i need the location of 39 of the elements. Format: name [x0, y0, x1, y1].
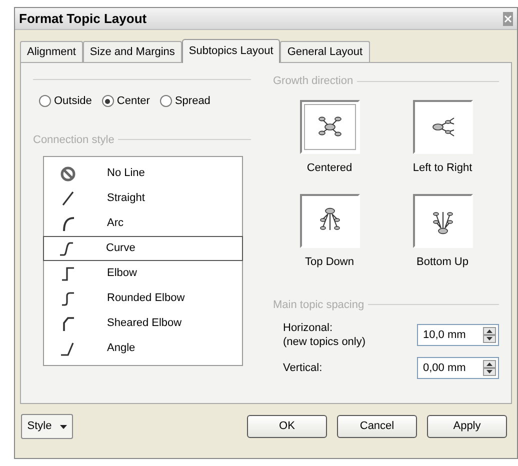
tab[interactable]: Size and Margins [82, 41, 182, 62]
field-label: Vertical: [283, 361, 324, 375]
radio-option[interactable]: Spread [160, 93, 210, 110]
list-item[interactable]: Angle [44, 336, 242, 361]
style-dropdown-button[interactable]: Style [21, 414, 73, 439]
list-item[interactable]: Sheared Elbow [44, 311, 242, 336]
option-label: Bottom Up [416, 255, 468, 270]
tab[interactable]: Subtopics Layout [182, 39, 280, 63]
option-label: Top Down [305, 255, 354, 270]
dialog-button[interactable]: Apply [427, 415, 507, 438]
list-item[interactable]: Arc [44, 211, 242, 236]
growth-direction-button[interactable] [412, 194, 472, 248]
spin-arrows-icon[interactable] [483, 360, 496, 376]
list-item[interactable]: Curve [43, 236, 243, 261]
dialog-button[interactable]: OK [247, 415, 327, 438]
radio-option[interactable]: Center [102, 93, 150, 110]
group-label: Growth direction [273, 74, 354, 89]
caret-icon [60, 424, 67, 428]
list-item[interactable]: No Line [44, 161, 242, 186]
group-label: Connection style [33, 132, 114, 148]
list-item[interactable]: Elbow [44, 261, 242, 286]
dialog-button[interactable]: Cancel [337, 415, 417, 438]
window-title: Format Topic Layout [19, 10, 147, 28]
spin-field[interactable]: 10,0 mm [417, 324, 499, 346]
list-item[interactable]: Straight [44, 186, 242, 211]
tab[interactable]: Alignment [20, 41, 83, 62]
group-label: Main topic spacing [273, 298, 364, 312]
growth-direction-button[interactable] [300, 100, 360, 154]
field-label: Horizonal: [283, 321, 334, 335]
option-label: Centered [306, 160, 352, 176]
list-item[interactable]: Rounded Elbow [44, 286, 242, 311]
tab[interactable]: General Layout [280, 41, 370, 62]
close-icon[interactable] [503, 12, 513, 26]
spin-field[interactable]: 0,00 mm [417, 357, 499, 379]
option-label: Left to Right [412, 160, 472, 176]
field-note: (new topics only) [283, 335, 367, 349]
radio-option[interactable]: Outside [39, 93, 92, 110]
spin-arrows-icon[interactable] [483, 327, 496, 343]
growth-direction-button[interactable] [300, 194, 360, 248]
